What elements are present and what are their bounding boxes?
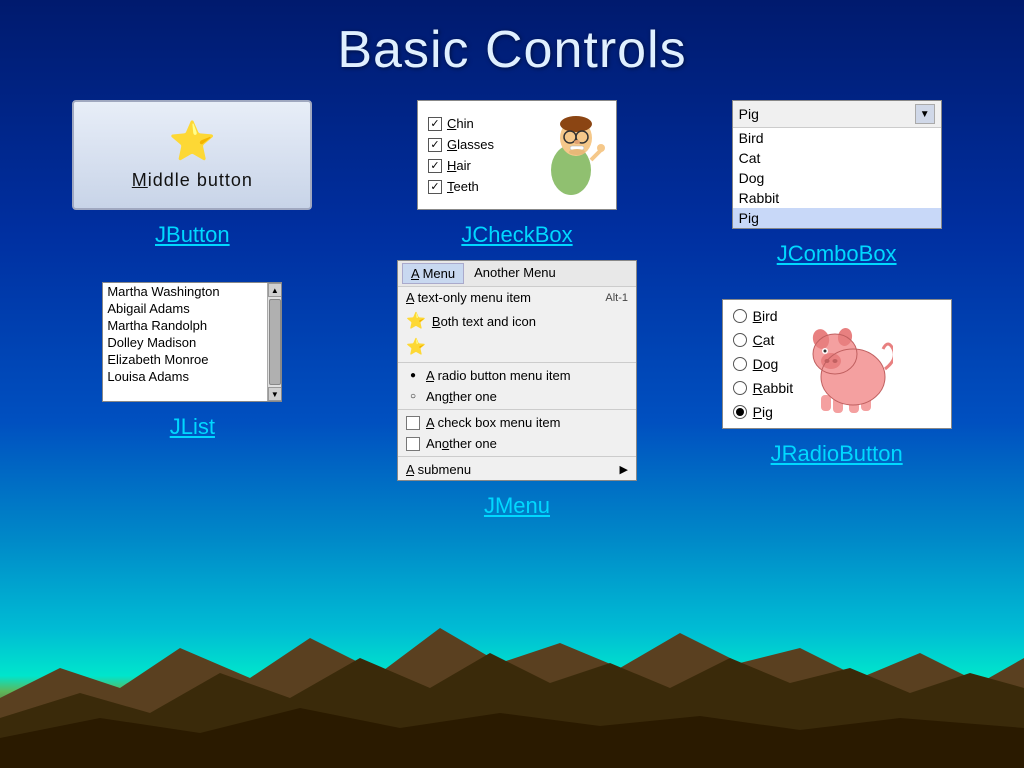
jmenu-checkbox-1 [406, 416, 420, 430]
jmenu-item-both[interactable]: ⭐ Both text and icon [398, 308, 636, 334]
radio-pig [733, 405, 747, 419]
list-item[interactable]: Louisa Adams [103, 368, 267, 385]
jmenu-item-radio-2[interactable]: Angther one [398, 386, 636, 407]
checkbox-item-teeth[interactable]: Teeth [428, 179, 494, 194]
page-title: Basic Controls [0, 0, 1024, 90]
jcheckbox-label: JCheckBox [461, 222, 572, 248]
checkbox-list: Chin Glasses Hair Teeth [428, 116, 494, 194]
jmenu-label: JMenu [484, 493, 550, 519]
checkbox-item-glasses[interactable]: Glasses [428, 137, 494, 152]
submenu-arrow-icon: ▶ [620, 463, 628, 476]
radio-dog [733, 357, 747, 371]
list-item[interactable]: Martha Randolph [103, 317, 267, 334]
jlist-items: Martha Washington Abigail Adams Martha R… [103, 283, 267, 401]
person-illustration [536, 110, 606, 200]
jmenu-item-radio-1[interactable]: A radio button menu item [398, 365, 636, 386]
right-column: Pig ▼ Bird Cat Dog Rabbit Pig JComboBox … [722, 100, 952, 467]
jcombobox-item-cat[interactable]: Cat [733, 148, 941, 168]
jmenu-item-submenu[interactable]: A submenu ▶ [398, 459, 636, 480]
scrollbar-thumb[interactable] [269, 299, 281, 385]
jbutton-star-icon: ⭐ [169, 120, 216, 164]
jcombobox-dropdown-button[interactable]: ▼ [915, 104, 935, 124]
jcombobox-widget[interactable]: Pig ▼ Bird Cat Dog Rabbit Pig [732, 100, 942, 229]
jmenu-radio-filled [406, 369, 420, 383]
jbutton-text: Middle button [132, 170, 253, 191]
jmenu-checkbox-2 [406, 437, 420, 451]
jmenu-separator-2 [398, 409, 636, 410]
jmenu-widget[interactable]: A Menu Another Menu A text-only menu ite… [397, 260, 637, 481]
jmenu-bar-item-menu[interactable]: A Menu [402, 263, 464, 284]
jcheckbox-widget[interactable]: Chin Glasses Hair Teeth [417, 100, 617, 210]
jmenu-item-icon2[interactable]: ⭐ [398, 334, 636, 360]
radio-item-dog[interactable]: Dog [733, 356, 793, 372]
jcombobox-list: Bird Cat Dog Rabbit Pig [733, 128, 941, 228]
jcombobox-label: JComboBox [777, 241, 897, 267]
list-item[interactable]: Martha Washington [103, 283, 267, 300]
list-item[interactable]: Abigail Adams [103, 300, 267, 317]
jbutton-widget[interactable]: ⭐ Middle button [72, 100, 312, 210]
jbutton-label: JButton [155, 222, 230, 248]
star-icon-2: ⭐ [406, 337, 426, 357]
jcombobox-item-bird[interactable]: Bird [733, 128, 941, 148]
checkbox-glasses[interactable] [428, 138, 442, 152]
middle-column: Chin Glasses Hair Teeth [397, 100, 637, 519]
list-item[interactable]: Elizabeth Monroe [103, 351, 267, 368]
left-column: ⭐ Middle button JButton Martha Washingto… [72, 100, 312, 440]
jmenu-radio-empty [406, 390, 420, 404]
jmenu-item-checkbox-2[interactable]: Another one [398, 433, 636, 454]
list-item[interactable]: Dolley Madison [103, 334, 267, 351]
radio-item-cat[interactable]: Cat [733, 332, 793, 348]
radio-bird [733, 309, 747, 323]
jcombobox-item-rabbit[interactable]: Rabbit [733, 188, 941, 208]
jmenu-bar-item-another[interactable]: Another Menu [466, 263, 564, 284]
scrollbar-down-button[interactable]: ▼ [268, 387, 282, 401]
jmenu-item-checkbox-1[interactable]: A check box menu item [398, 412, 636, 433]
checkbox-teeth[interactable] [428, 180, 442, 194]
jcombobox-item-pig[interactable]: Pig [733, 208, 941, 228]
jmenu-separator-1 [398, 362, 636, 363]
jlist-label: JList [170, 414, 215, 440]
radio-cat [733, 333, 747, 347]
star-icon: ⭐ [406, 311, 426, 331]
radio-list: Bird Cat Dog Rabbit Pig [733, 308, 793, 420]
jlist-scrollbar[interactable]: ▲ ▼ [267, 283, 281, 401]
jmenu-bar: A Menu Another Menu [398, 261, 636, 287]
jradio-label: JRadioButton [771, 441, 903, 467]
checkbox-chin[interactable] [428, 117, 442, 131]
checkbox-item-hair[interactable]: Hair [428, 158, 494, 173]
jcombobox-header: Pig ▼ [733, 101, 941, 128]
jmenu-separator-3 [398, 456, 636, 457]
jmenu-item-text-only[interactable]: A text-only menu item Alt-1 [398, 287, 636, 308]
radio-item-pig[interactable]: Pig [733, 404, 793, 420]
checkbox-item-chin[interactable]: Chin [428, 116, 494, 131]
jradio-widget[interactable]: Bird Cat Dog Rabbit Pig [722, 299, 952, 429]
pig-illustration [803, 309, 893, 419]
radio-item-bird[interactable]: Bird [733, 308, 793, 324]
checkbox-hair[interactable] [428, 159, 442, 173]
scrollbar-up-button[interactable]: ▲ [268, 283, 282, 297]
jcombobox-selected: Pig [739, 106, 911, 122]
radio-item-rabbit[interactable]: Rabbit [733, 380, 793, 396]
jcombobox-item-dog[interactable]: Dog [733, 168, 941, 188]
jlist-widget[interactable]: Martha Washington Abigail Adams Martha R… [102, 282, 282, 402]
radio-rabbit [733, 381, 747, 395]
